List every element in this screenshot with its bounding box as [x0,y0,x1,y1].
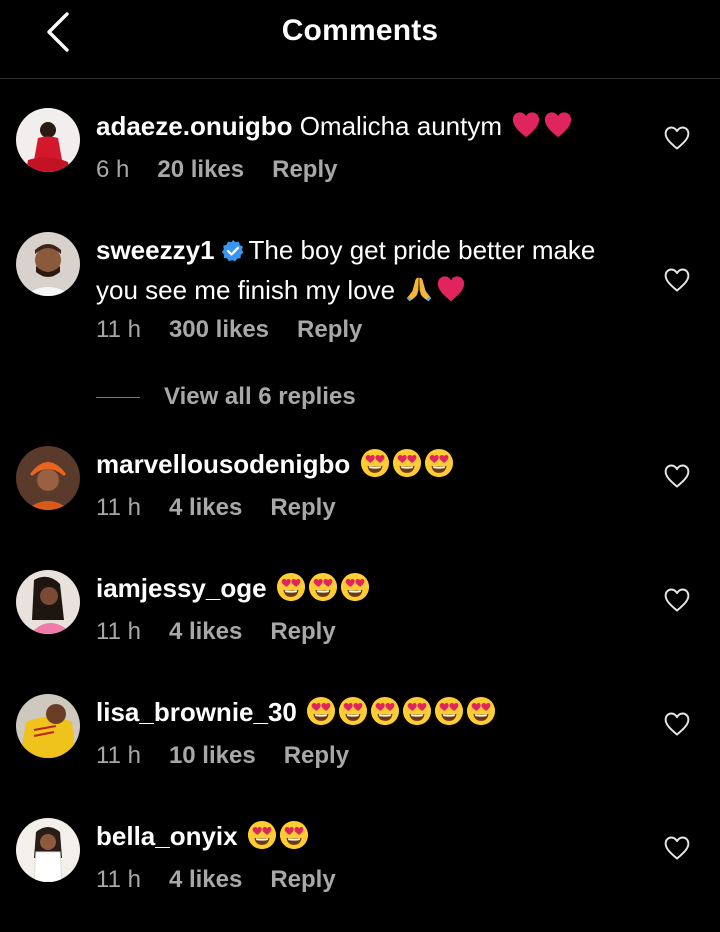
comment-username[interactable]: lisa_brownie_30 [96,697,297,727]
avatar[interactable] [16,232,80,296]
comment-meta: 11 h 4 likes Reply [96,618,364,646]
avatar[interactable] [16,694,80,758]
heart-eyes-emoji-icon [308,572,338,602]
heart-eyes-emoji-icon [392,448,422,478]
red-heart-emoji-icon [511,110,541,140]
like-heart-icon[interactable] [663,462,691,490]
heart-eyes-emoji-icon [370,696,400,726]
pray-emoji-icon [404,274,434,304]
heart-eyes-emoji-icon [402,696,432,726]
comment-body: marvellousodenigbo [96,446,646,482]
comment-meta: 11 h 10 likes Reply [96,742,377,770]
view-replies-label: View all 6 replies [164,383,356,410]
like-heart-icon[interactable] [663,586,691,614]
comment-likes[interactable]: 4 likes [169,494,242,521]
comment-time: 11 h [96,866,141,893]
comment-likes[interactable]: 4 likes [169,618,242,645]
heart-eyes-emoji-icon [466,696,496,726]
replies-divider [96,396,140,398]
comment-meta: 11 h 4 likes Reply [96,494,364,522]
comment-meta: 11 h 4 likes Reply [96,866,364,894]
heart-eyes-emoji-icon [340,572,370,602]
reply-button[interactable]: Reply [272,156,337,183]
comment-username[interactable]: iamjessy_oge [96,573,267,603]
comment-username[interactable]: marvellousodenigbo [96,449,350,479]
red-heart-emoji-icon [436,274,466,304]
heart-eyes-emoji-icon [338,696,368,726]
comment-username[interactable]: bella_onyix [96,821,238,851]
reply-button[interactable]: Reply [270,866,335,893]
heart-eyes-emoji-icon [279,820,309,850]
heart-eyes-emoji-icon [306,696,336,726]
comment-text: The boy get pride better make [248,235,596,265]
comment-body: lisa_brownie_30 [96,694,646,730]
comment-time: 11 h [96,618,141,645]
comment-body: bella_onyix [96,818,646,854]
comment-likes[interactable]: 300 likes [169,316,269,343]
comment-likes[interactable]: 20 likes [157,156,244,183]
comment-text: you see me finish my love [96,275,396,305]
like-heart-icon[interactable] [663,266,691,294]
verified-badge-icon [221,236,245,272]
page-title: Comments [281,14,439,47]
comment-body: iamjessy_oge [96,570,646,606]
comment-body: sweezzy1 The boy get pride better make yo… [96,232,646,308]
comment-meta: 6 h 20 likes Reply [96,156,365,184]
red-heart-emoji-icon [543,110,573,140]
heart-eyes-emoji-icon [360,448,390,478]
heart-eyes-emoji-icon [434,696,464,726]
heart-eyes-emoji-icon [247,820,277,850]
comment-meta: 11 h 300 likes Reply [96,316,390,344]
avatar[interactable] [16,818,80,882]
like-heart-icon[interactable] [663,124,691,152]
header: Comments [0,0,720,79]
comment-username[interactable]: sweezzy1 [96,235,215,265]
view-replies-button[interactable]: View all 6 replies [96,382,356,412]
comment-text: Omalicha auntym [299,111,503,141]
comment-likes[interactable]: 4 likes [169,866,242,893]
reply-button[interactable]: Reply [297,316,362,343]
heart-eyes-emoji-icon [276,572,306,602]
reply-button[interactable]: Reply [270,494,335,521]
comment-time: 6 h [96,156,130,183]
comment-likes[interactable]: 10 likes [169,742,256,769]
reply-button[interactable]: Reply [284,742,349,769]
avatar[interactable] [16,108,80,172]
like-heart-icon[interactable] [663,710,691,738]
comment-username[interactable]: adaeze.onuigbo [96,111,292,141]
comment-time: 11 h [96,316,141,343]
avatar[interactable] [16,570,80,634]
comment-time: 11 h [96,742,141,769]
comment-time: 11 h [96,494,141,521]
heart-eyes-emoji-icon [424,448,454,478]
reply-button[interactable]: Reply [270,618,335,645]
avatar[interactable] [16,446,80,510]
comment-body: adaeze.onuigbo Omalicha auntym [96,108,646,144]
like-heart-icon[interactable] [663,834,691,862]
